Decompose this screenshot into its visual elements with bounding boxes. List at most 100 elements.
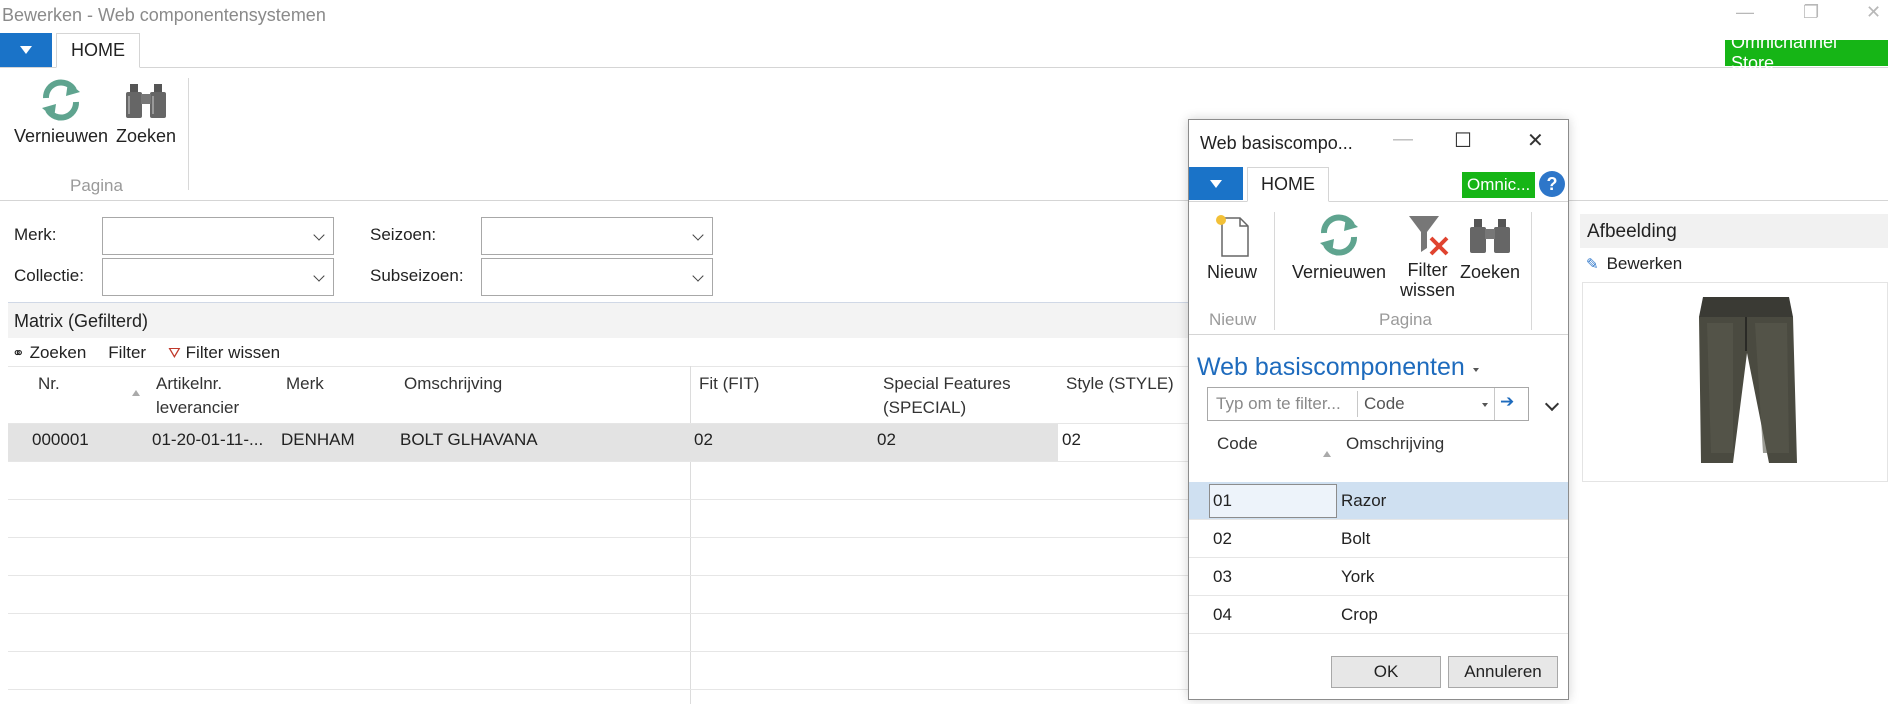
ribbon-group-label: Pagina: [70, 176, 123, 195]
close-icon[interactable]: ✕: [1866, 2, 1881, 23]
dialog-col-code[interactable]: Code: [1217, 434, 1258, 454]
clear-filter-icon: [1408, 216, 1448, 256]
dropdown-arrow-icon: [1472, 367, 1479, 372]
grid-line: [8, 499, 1188, 500]
refresh-icon: [1320, 214, 1359, 256]
grid-line: [8, 575, 1188, 576]
refresh-button[interactable]: Vernieuwen: [14, 78, 108, 147]
cell-fit: 02: [694, 430, 713, 449]
filter-search-box: Code ➔: [1207, 387, 1529, 421]
new-document-icon: [1216, 215, 1249, 257]
matrix-find-button[interactable]: ⚭ Zoeken: [12, 343, 86, 363]
matrix-toolbar: ⚭ Zoeken Filter ⛛ Filter wissen: [12, 341, 302, 365]
dialog-page-heading[interactable]: Web basiscomponenten: [1197, 353, 1479, 382]
tab-home[interactable]: HOME: [56, 33, 140, 68]
help-icon[interactable]: ?: [1539, 171, 1565, 197]
cancel-button[interactable]: Annuleren: [1448, 656, 1558, 688]
col-special-features[interactable]: Special Features (SPECIAL): [883, 372, 1011, 420]
omnichannel-store-badge[interactable]: Omnichannel Store: [1725, 32, 1888, 73]
cell-style: 02: [1062, 430, 1081, 449]
cell-merk: DENHAM: [281, 430, 355, 449]
grid-line: [8, 461, 1188, 462]
grid-line: [8, 689, 1188, 690]
subseizoen-label: Subseizoen:: [370, 266, 464, 285]
col-style[interactable]: Style (STYLE): [1066, 372, 1174, 396]
image-title: Afbeelding: [1580, 214, 1888, 248]
dialog-refresh-button[interactable]: Vernieuwen: [1292, 212, 1386, 283]
chevron-down-icon: [313, 229, 325, 241]
ribbon-bottom-divider: [1189, 334, 1568, 335]
window-title: Bewerken - Web componentensystemen: [2, 5, 326, 25]
merk-label: Merk:: [14, 225, 57, 244]
merk-select[interactable]: [102, 217, 334, 255]
dialog-tab-home[interactable]: HOME: [1247, 167, 1329, 202]
filter-field-select[interactable]: Code: [1364, 394, 1405, 414]
col-artikelnr[interactable]: Artikelnr. leverancier: [156, 372, 239, 420]
dropdown-arrow-icon: [1482, 403, 1488, 407]
grid-line: [8, 651, 1188, 652]
binoculars-icon: [126, 84, 167, 118]
ribbon: Vernieuwen Zoeken Pagina: [0, 68, 1888, 201]
dialog-col-omschrijving[interactable]: Omschrijving: [1346, 434, 1444, 454]
cell-nr: 000001: [32, 430, 89, 449]
seizoen-label: Seizoen:: [370, 225, 437, 244]
minimize-icon[interactable]: —: [1736, 2, 1754, 23]
close-icon[interactable]: ✕: [1527, 128, 1544, 153]
ok-button[interactable]: OK: [1331, 656, 1441, 688]
list-item[interactable]: 04 Crop: [1189, 596, 1568, 634]
new-button[interactable]: Nieuw: [1207, 212, 1257, 283]
window-title-bar: Bewerken - Web componentensystemen — ❐ ✕: [0, 0, 1888, 30]
col-merk[interactable]: Merk: [286, 372, 324, 396]
maximize-icon[interactable]: ☐: [1454, 128, 1472, 153]
restore-icon[interactable]: ❐: [1803, 2, 1819, 23]
chevron-down-icon: [692, 270, 704, 282]
image-edit-button[interactable]: ✎ Bewerken: [1586, 254, 1682, 274]
dialog-omnichannel-badge[interactable]: Omnic...: [1462, 172, 1536, 198]
dropdown-arrow-icon: [20, 46, 32, 54]
grid-line: [8, 366, 1188, 367]
col-nr[interactable]: Nr.: [38, 372, 60, 396]
minimize-icon[interactable]: —: [1393, 128, 1413, 151]
app-menu-button[interactable]: [0, 33, 52, 67]
ribbon-divider: [1189, 201, 1568, 202]
chevron-down-icon: [313, 270, 325, 282]
subseizoen-select[interactable]: [481, 258, 713, 296]
find-button[interactable]: Zoeken: [116, 78, 176, 147]
ribbon-group-separator: [188, 78, 189, 190]
col-omschrijving[interactable]: Omschrijving: [404, 372, 502, 396]
sort-ascending-icon: [1323, 451, 1331, 457]
clear-filter-icon: ⛛: [168, 344, 181, 362]
binoculars-icon: [1470, 219, 1511, 253]
search-divider: [1494, 388, 1495, 420]
find-label: Zoeken: [116, 126, 177, 146]
sort-ascending-icon: [132, 390, 140, 396]
dialog-find-button[interactable]: Zoeken: [1460, 212, 1520, 283]
code-cell-focused[interactable]: 01: [1209, 484, 1337, 518]
refresh-label: Vernieuwen: [14, 126, 109, 146]
ribbon-group-separator: [1274, 212, 1275, 330]
column-separator: [690, 366, 691, 704]
seizoen-select[interactable]: [481, 217, 713, 255]
matrix-filter-button[interactable]: Filter: [108, 343, 146, 363]
cell-artikelnr: 01-20-01-11-...: [152, 430, 264, 449]
collectie-label: Collectie:: [14, 266, 84, 285]
list-item[interactable]: 02 Bolt: [1189, 520, 1568, 558]
binoculars-icon: ⚭: [12, 345, 25, 362]
dialog-app-menu-button[interactable]: [1189, 167, 1243, 200]
chevron-down-icon[interactable]: [1544, 396, 1560, 412]
jeans-icon: [1699, 297, 1797, 463]
col-fit[interactable]: Fit (FIT): [699, 372, 759, 396]
list-item[interactable]: 03 York: [1189, 558, 1568, 596]
cell-special: 02: [877, 430, 896, 449]
matrix-title: Matrix (Gefilterd): [8, 302, 1188, 338]
image-factbox: Afbeelding ✎ Bewerken: [1580, 214, 1888, 484]
dialog-clear-filter-button[interactable]: Filter wissen: [1400, 212, 1455, 300]
ribbon-group-separator: [1531, 212, 1532, 330]
chevron-down-icon: [692, 229, 704, 241]
list-item[interactable]: 01 Razor: [1189, 482, 1568, 520]
filter-search-input[interactable]: [1208, 388, 1357, 420]
arrow-right-icon[interactable]: ➔: [1500, 392, 1514, 412]
collectie-select[interactable]: [102, 258, 334, 296]
product-image: [1582, 282, 1888, 482]
matrix-clear-filter-button[interactable]: ⛛ Filter wissen: [168, 343, 280, 363]
